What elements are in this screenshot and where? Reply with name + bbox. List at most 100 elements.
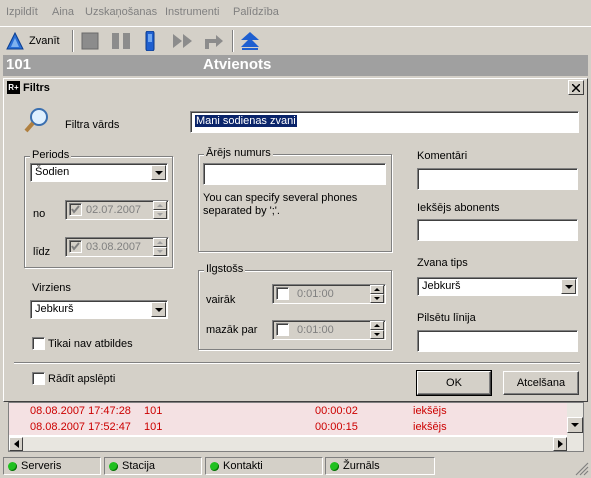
fast-forward-icon [173,34,192,48]
date-from-checkbox[interactable] [69,203,82,216]
direction-select[interactable]: Jebkurš [30,300,168,319]
call-status-bar: 101 Atvienots [3,55,588,76]
status-server-label: Serveris [21,460,62,472]
call-button-label: Zvanīt [29,35,60,47]
horizontal-scrollbar[interactable] [9,437,567,451]
hold-button[interactable] [145,29,155,53]
period-legend: Periods [30,149,72,161]
chevron-down-icon [571,423,579,427]
comments-input[interactable] [417,168,578,190]
menu-aina[interactable]: Aina [52,6,74,18]
vertical-scrollbar[interactable] [567,403,583,451]
period-select[interactable]: Šodien [30,163,168,182]
cancel-button[interactable]: Atcelšana [503,371,579,395]
date-to-checkbox[interactable] [69,240,82,253]
status-journal-label: Žurnāls [343,460,380,472]
call-list: 08.08.2007 17:47:28 101 00:00:02 iekšējs… [8,402,584,452]
more-than-value: 0:01:00 [297,288,334,300]
chevron-down-icon [564,284,573,289]
scroll-right-button[interactable] [553,437,567,451]
table-row[interactable]: 08.08.2007 17:52:47 101 00:00:15 iekšējs [9,419,567,435]
period-selected: Šodien [35,166,70,178]
direction-selected: Jebkurš [35,303,74,315]
table-row[interactable]: 08.08.2007 17:47:28 101 00:00:02 iekšējs [9,403,567,419]
status-led-icon [210,461,219,471]
forward-button[interactable] [172,29,194,53]
date-from-value: 02.07.2007 [86,204,142,216]
date-from-up[interactable] [153,201,167,210]
more-than-down[interactable] [370,294,384,303]
call-number: 101 [144,405,163,417]
date-to-up[interactable] [153,238,167,247]
spin-up-icon [374,324,380,327]
less-than-up[interactable] [370,321,384,330]
close-button[interactable] [568,80,584,95]
collapse-button[interactable] [240,29,260,53]
spin-down-icon [374,297,380,300]
scroll-left-button[interactable] [9,437,23,451]
date-from-down[interactable] [153,210,167,219]
menu-izpildit[interactable]: Izpildīt [6,6,38,18]
resize-grip-icon[interactable] [575,462,589,476]
less-than-picker[interactable]: 0:01:00 [272,320,386,340]
menu-uzskanosanas[interactable]: Uzskaņošanas [85,6,157,18]
call-type-dropdown-button[interactable] [561,279,576,294]
spin-up-icon [374,288,380,291]
status-bar: Serveris Stacija Kontakti Žurnāls [0,455,591,478]
separator [14,362,580,364]
call-datetime: 08.08.2007 17:47:28 [30,405,131,417]
scroll-down-button[interactable] [567,417,583,433]
city-line-input[interactable] [417,330,578,352]
duration-legend: Ilgstošs [204,263,246,275]
show-hidden-checkbox[interactable] [32,372,45,385]
internal-subscriber-input[interactable] [417,219,578,241]
date-to-down[interactable] [153,247,167,256]
magnifier-icon [24,108,48,133]
less-than-checkbox[interactable] [276,323,289,336]
menu-instrumenti[interactable]: Instrumenti [165,6,219,18]
less-than-label: mazāk par [206,324,258,336]
unanswered-checkbox[interactable] [32,337,45,350]
ok-button[interactable]: OK [416,370,492,396]
status-contacts: Kontakti [205,457,323,475]
call-number: 101 [6,56,32,73]
call-duration: 00:00:15 [315,421,358,433]
external-number-input[interactable] [203,163,386,185]
internal-subscriber-label: Iekšējs abonents [417,202,500,214]
call-datetime: 08.08.2007 17:52:47 [30,421,131,433]
more-than-checkbox[interactable] [276,287,289,300]
period-dropdown-button[interactable] [151,165,166,180]
chevron-left-icon [13,440,19,448]
more-than-picker[interactable]: 0:01:00 [272,284,386,304]
less-than-down[interactable] [370,330,384,339]
call-duration: 00:00:02 [315,405,358,417]
chevron-down-icon [154,307,163,312]
call-button[interactable]: Zvanīt [6,29,60,53]
from-label: no [33,208,46,220]
call-type-select[interactable]: Jebkurš [417,277,578,296]
transfer-button[interactable] [204,29,224,53]
filter-name-input[interactable]: Mani sodienas zvani [190,111,579,133]
to-label: līdz [33,246,51,258]
status-led-icon [109,461,118,471]
city-line-label: Pilsētu līnija [417,312,476,324]
chevron-down-icon [154,170,163,175]
stop-button[interactable] [81,29,99,53]
date-from-picker[interactable]: 02.07.2007 [65,200,169,220]
date-to-picker[interactable]: 03.08.2007 [65,237,169,257]
close-icon [572,83,580,92]
direction-label: Virziens [32,282,71,294]
call-status: Atvienots [203,56,272,73]
status-station: Stacija [104,457,202,475]
external-number-hint: You can specify several phones separated… [203,192,358,217]
stop-icon [81,32,99,50]
date-to-value: 03.08.2007 [86,241,142,253]
pause-button[interactable] [111,29,131,53]
filter-dialog: R+ Filtrs Filtra vārds Mani sodienas zva… [3,78,588,402]
menu-palidziba[interactable]: Palīdzība [233,6,279,18]
chevron-right-icon [557,440,563,448]
more-than-up[interactable] [370,285,384,294]
comments-label: Komentāri [417,150,468,162]
direction-dropdown-button[interactable] [151,302,166,317]
app-icon: R+ [7,81,20,94]
